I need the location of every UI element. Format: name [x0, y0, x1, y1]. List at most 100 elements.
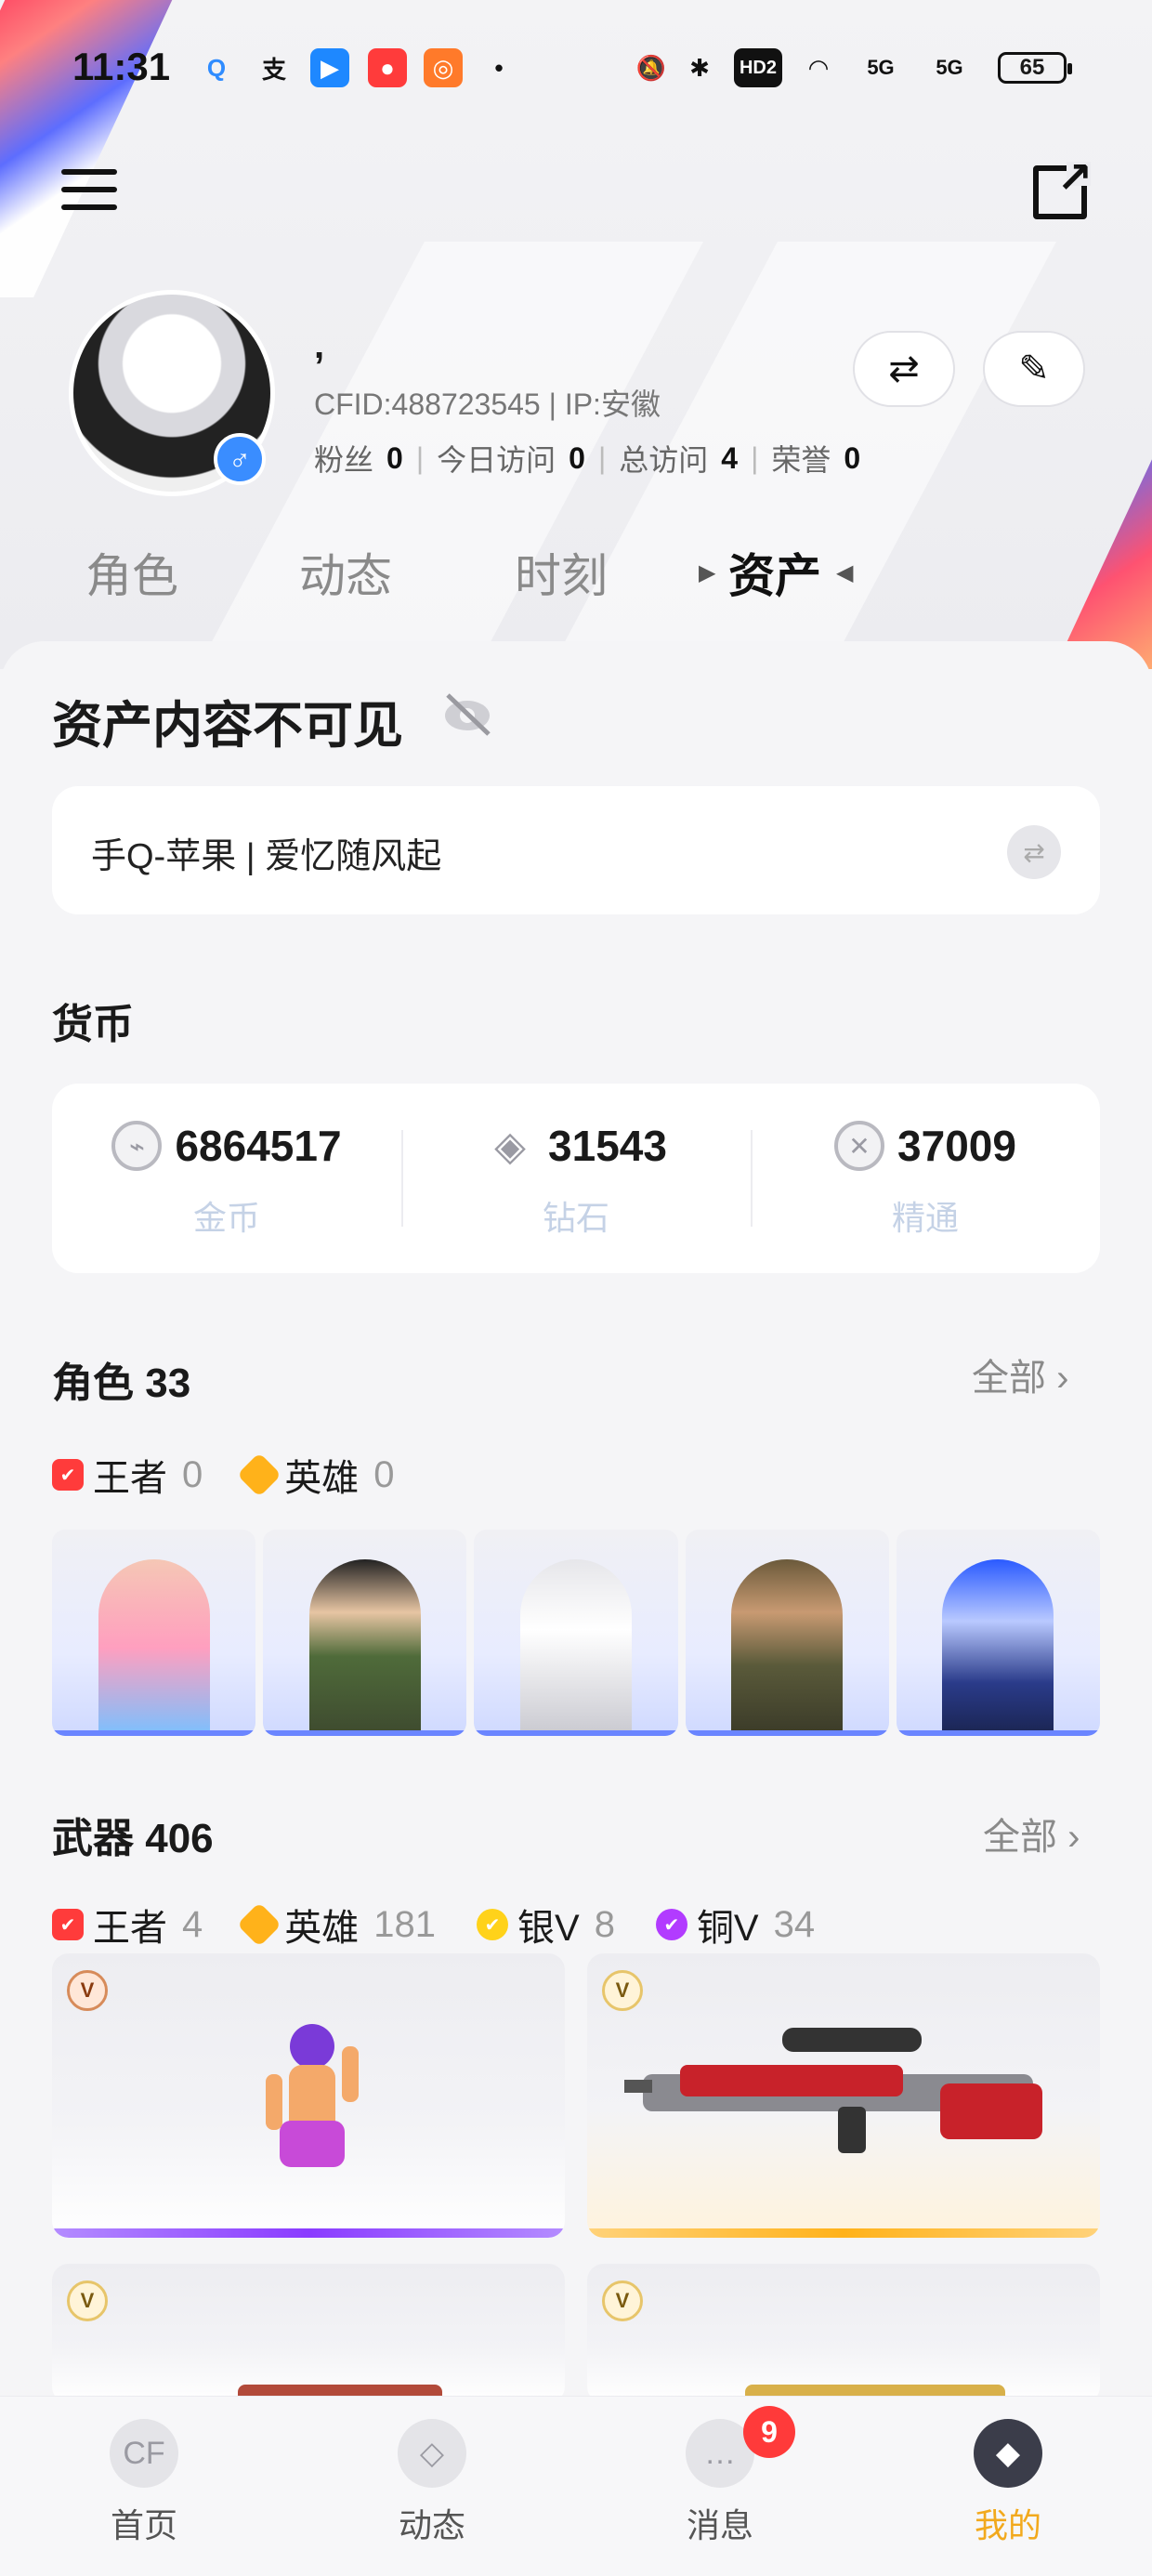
- nav-label: 消息: [686, 2506, 753, 2544]
- switch-icon: ⇄: [888, 348, 920, 389]
- currency-label: 精通: [891, 1199, 959, 1237]
- rarity-item: ✔ 王者 4: [52, 1898, 203, 1952]
- profile-stats: 粉丝 0 | 今日访问 0 | 总访问 4 | 荣誉 0: [314, 437, 860, 480]
- character-image: [98, 1559, 210, 1736]
- eye-off-icon[interactable]: [440, 690, 494, 738]
- nav-messages[interactable]: … 9 消息: [576, 2397, 864, 2576]
- nav-label: 首页: [110, 2506, 177, 2544]
- tab-feed[interactable]: 动态: [299, 539, 392, 606]
- all-link-label: 全部: [972, 1358, 1046, 1399]
- role-thumbnails: [52, 1530, 1101, 1736]
- weapon-card[interactable]: V: [52, 1953, 565, 2238]
- tab-assets[interactable]: 资产: [728, 539, 821, 606]
- nav-profile[interactable]: ◆ 我的: [864, 2397, 1152, 2576]
- app2-icon: ◎: [424, 48, 463, 87]
- switch-icon[interactable]: ⇄: [1007, 825, 1061, 879]
- stat-label: 粉丝: [314, 443, 374, 477]
- tab-moments[interactable]: 时刻: [515, 539, 608, 606]
- v-badge-icon: V: [602, 2280, 643, 2321]
- dot-icon: •: [494, 53, 504, 82]
- profile-emblem-icon: ◆: [974, 2419, 1042, 2488]
- divider: |: [751, 440, 759, 475]
- weapon-rarity-row: ✔ 王者 4 英雄 181 ✔ 银V 8 ✔ 铜V 34: [52, 1898, 856, 1952]
- diamond-nav-icon: ◇: [398, 2419, 466, 2488]
- chevron-right-icon: ›: [1056, 1358, 1069, 1399]
- edit-profile-button[interactable]: ✎: [983, 331, 1085, 407]
- role-card[interactable]: [896, 1530, 1101, 1736]
- search-icon: Q: [206, 53, 227, 82]
- stat-label: 荣誉: [771, 443, 831, 477]
- divider: |: [415, 440, 425, 475]
- profile-tabs: 角色 动态 时刻 ▶ 资产 ◀: [0, 539, 1152, 623]
- character-image: [308, 1559, 421, 1736]
- battery-indicator: 65: [998, 52, 1072, 84]
- hd-icon: HD2: [734, 48, 782, 87]
- silver-v-icon: ✔: [477, 1909, 508, 1940]
- stat-value: 4: [721, 440, 739, 475]
- currency-item: ✕ 37009 精通: [751, 1121, 1100, 1240]
- rarity-label: 英雄: [284, 1908, 360, 1949]
- role-card[interactable]: [263, 1530, 467, 1736]
- tab-active-left-arrow-icon: ▶: [699, 560, 716, 585]
- king-rarity-icon: ✔: [52, 1909, 84, 1940]
- weapons-all-link[interactable]: 全部 ›: [983, 1807, 1080, 1860]
- stat-value: 0: [844, 440, 861, 475]
- decor-stripe-right: [1050, 400, 1152, 669]
- switch-account-button[interactable]: ⇄: [853, 331, 955, 407]
- nav-label: 我的: [974, 2506, 1041, 2544]
- rarity-bar: [52, 2228, 565, 2238]
- character-image: [731, 1559, 844, 1736]
- menu-icon[interactable]: [61, 169, 117, 216]
- stat-value: 0: [569, 440, 585, 475]
- nav-home[interactable]: CF 首页: [0, 2397, 288, 2576]
- rarity-count: 8: [594, 1903, 615, 1945]
- share-icon[interactable]: [1033, 152, 1093, 219]
- nav-feed[interactable]: ◇ 动态: [288, 2397, 576, 2576]
- stat-label: 今日访问: [437, 443, 556, 477]
- role-card[interactable]: [52, 1530, 256, 1736]
- mute-icon: 🔕: [635, 53, 667, 82]
- currency-item: ◈ 31543 钻石: [401, 1121, 751, 1240]
- tab-active-right-arrow-icon: ◀: [836, 560, 854, 585]
- weapon-card[interactable]: V: [52, 2264, 565, 2403]
- hero-rarity-icon: [237, 1901, 282, 1948]
- roles-title: 角色 33: [52, 1360, 191, 1406]
- status-time: 11:31: [72, 45, 171, 88]
- v-badge-icon: V: [67, 1970, 108, 2011]
- rarity-count: 181: [373, 1903, 436, 1945]
- king-rarity-icon: ✔: [52, 1459, 84, 1491]
- role-card[interactable]: [685, 1530, 889, 1736]
- rarity-count: 0: [373, 1453, 395, 1495]
- rarity-count: 4: [182, 1903, 203, 1945]
- weapon-image: [266, 2024, 359, 2167]
- rarity-item: ✔ 银V 8: [477, 1898, 615, 1952]
- signal-5g-icon: 5G: [936, 56, 963, 79]
- rarity-label: 王者: [93, 1458, 167, 1499]
- cf-logo-icon: CF: [110, 2419, 178, 2488]
- alipay-icon: 支: [261, 55, 286, 84]
- weapon-card[interactable]: V: [587, 1953, 1100, 2238]
- rarity-label: 英雄: [284, 1458, 360, 1499]
- currency-label: 钻石: [542, 1199, 609, 1237]
- all-link-label: 全部: [983, 1817, 1057, 1858]
- weapon-card[interactable]: V: [587, 2264, 1100, 2403]
- tab-roles[interactable]: 角色: [85, 539, 178, 606]
- v-badge-icon: V: [67, 2280, 108, 2321]
- role-card[interactable]: [474, 1530, 678, 1736]
- currency-value: 31543: [548, 1122, 667, 1170]
- chevron-right-icon: ›: [1067, 1817, 1080, 1858]
- rarity-count: 34: [773, 1903, 816, 1945]
- bullet-icon: ⌁: [111, 1121, 163, 1171]
- rarity-count: 0: [182, 1453, 203, 1495]
- rarity-item: ✔ 铜V 34: [655, 1898, 816, 1952]
- account-card[interactable]: 手Q-苹果 | 爱忆随风起 ⇄: [52, 786, 1100, 914]
- currency-item: ⌁ 6864517 金币: [52, 1121, 401, 1240]
- roles-all-link[interactable]: 全部 ›: [972, 1347, 1068, 1401]
- app-icon: ●: [368, 48, 407, 87]
- rarity-item: 英雄 181: [237, 1898, 436, 1952]
- divider: |: [597, 440, 607, 475]
- rarity-label: 银V: [517, 1908, 580, 1949]
- currency-value: 6864517: [175, 1122, 342, 1170]
- rarity-label: 铜V: [696, 1908, 759, 1949]
- character-image: [520, 1559, 632, 1736]
